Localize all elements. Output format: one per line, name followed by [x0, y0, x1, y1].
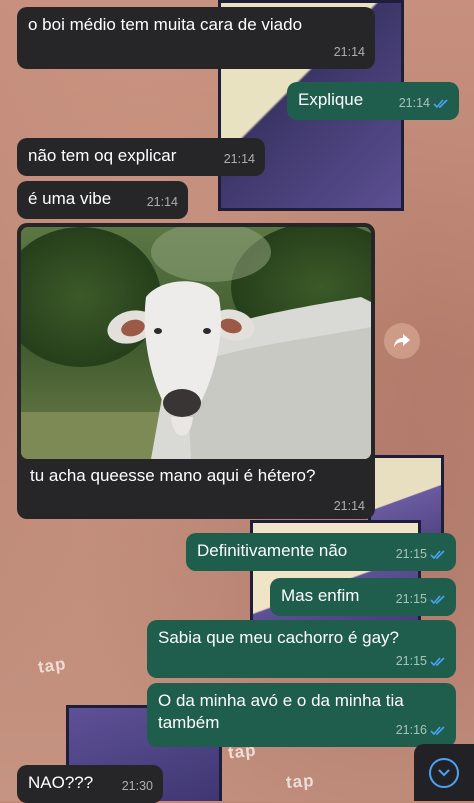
- message-time: 21:16: [395, 723, 427, 737]
- message-time: 21:14: [146, 195, 178, 209]
- forward-arrow-icon: [394, 334, 410, 348]
- message-time: 21:14: [333, 499, 365, 513]
- message-text: tu acha queesse mano aqui é hétero?: [30, 466, 316, 485]
- message-bubble-outgoing[interactable]: Sabia que meu cachorro é gay? 21:15: [147, 620, 456, 678]
- message-text: é uma vibe: [28, 189, 112, 208]
- cow-photo-image: [21, 227, 371, 459]
- message-time: 21:14: [333, 45, 365, 59]
- message-bubble-outgoing[interactable]: O da minha avó e o da minha tia também 2…: [147, 683, 456, 747]
- cow-photo[interactable]: [21, 227, 371, 459]
- message-bubble-incoming[interactable]: o boi médio tem muita cara de viado 21:1…: [17, 7, 375, 69]
- message-bubble-photo[interactable]: tu acha queesse mano aqui é hétero? 21:1…: [17, 223, 375, 519]
- message-bubble-incoming[interactable]: NAO??? 21:30: [17, 765, 163, 803]
- scroll-to-bottom-button[interactable]: [414, 744, 474, 801]
- forward-button[interactable]: [384, 323, 420, 359]
- message-time: 21:15: [395, 547, 427, 561]
- wallpaper-tap-text: tap: [36, 654, 68, 677]
- message-bubble-outgoing[interactable]: Mas enfim 21:15: [270, 578, 456, 616]
- message-time: 21:14: [398, 96, 430, 110]
- message-text: Mas enfim: [281, 586, 360, 605]
- read-receipt-icon: [433, 98, 449, 109]
- message-text: o boi médio tem muita cara de viado: [28, 15, 303, 34]
- wallpaper-tap-text: tap: [285, 771, 316, 792]
- message-text: Definitivamente não: [197, 541, 348, 560]
- message-text: não tem oq explicar: [28, 146, 177, 165]
- read-receipt-icon: [430, 549, 446, 560]
- message-bubble-outgoing[interactable]: Definitivamente não 21:15: [186, 533, 456, 571]
- message-time: 21:15: [395, 654, 427, 668]
- message-time: 21:30: [121, 779, 153, 793]
- message-text: Explique: [298, 90, 364, 109]
- read-receipt-icon: [430, 594, 446, 605]
- message-text: NAO???: [28, 773, 94, 792]
- message-bubble-outgoing[interactable]: Explique 21:14: [287, 82, 459, 120]
- message-time: 21:15: [395, 592, 427, 606]
- read-receipt-icon: [430, 725, 446, 736]
- message-bubble-incoming[interactable]: é uma vibe 21:14: [17, 181, 188, 219]
- message-time: 21:14: [223, 152, 255, 166]
- read-receipt-icon: [430, 656, 446, 667]
- message-text: Sabia que meu cachorro é gay?: [158, 628, 399, 647]
- chevron-down-icon: [429, 757, 459, 788]
- message-text: O da minha avó e o da minha tia também: [158, 691, 404, 732]
- message-bubble-incoming[interactable]: não tem oq explicar 21:14: [17, 138, 265, 176]
